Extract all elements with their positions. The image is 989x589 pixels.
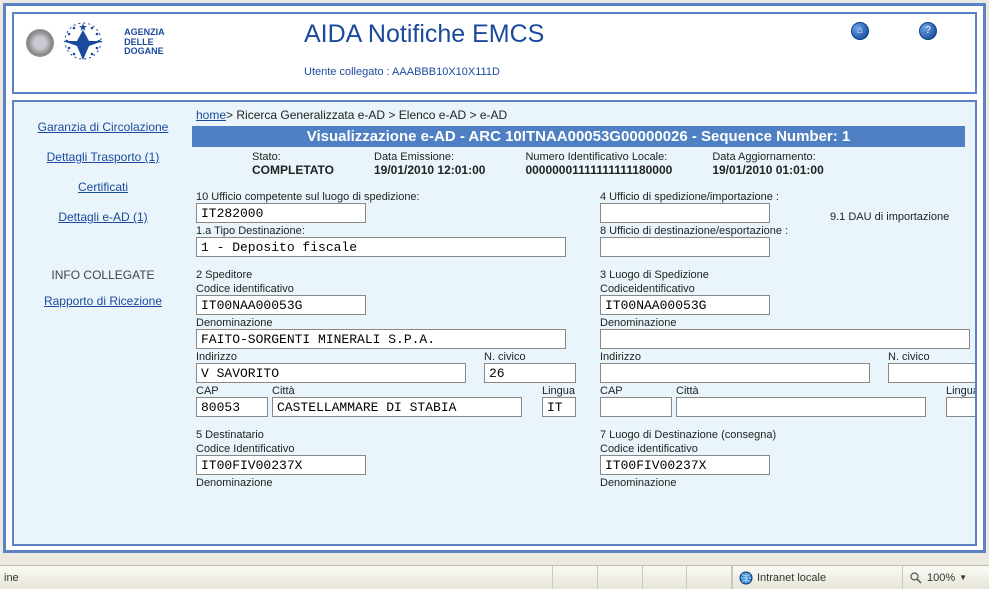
luogo-spedizione-ncivico-field xyxy=(888,363,977,383)
ufficio-spedizione-field: IT282000 xyxy=(196,203,366,223)
status-zone-label: Intranet locale xyxy=(757,572,826,584)
speditore-cap-field: 80053 xyxy=(196,397,268,417)
speditore-citta-label: Città xyxy=(272,385,538,397)
data-emissione-label: Data Emissione: xyxy=(374,151,485,163)
data-aggiornamento-label: Data Aggiornamento: xyxy=(712,151,823,163)
sidebar-rapporto-ricezione-link[interactable]: Rapporto di Ricezione xyxy=(14,294,192,308)
zoom-icon xyxy=(909,571,923,585)
destinatario-denominazione-label: Denominazione xyxy=(196,477,576,489)
luogo-spedizione-codice-label: Codiceidentificativo xyxy=(600,283,977,295)
luogo-spedizione-denominazione-field xyxy=(600,329,970,349)
speditore-lingua-field: IT xyxy=(542,397,576,417)
zoom-value: 100% xyxy=(927,572,955,584)
luogo-spedizione-cap-label: CAP xyxy=(600,385,672,397)
luogo-destinazione-codice-field: IT00FIV00237X xyxy=(600,455,770,475)
luogo-spedizione-codice-field: IT00NAA00053G xyxy=(600,295,770,315)
data-aggiornamento-value: 19/01/2010 01:01:00 xyxy=(712,163,823,177)
speditore-denominazione-field: FAITO-SORGENTI MINERALI S.P.A. xyxy=(196,329,566,349)
luogo-destinazione-denominazione-label: Denominazione xyxy=(600,477,977,489)
sidebar-dettagli-ead-link[interactable]: Dettagli e-AD (1) xyxy=(14,210,192,224)
ufficio-esportazione-label: 8 Ufficio di destinazione/esportazione : xyxy=(600,225,977,237)
luogo-spedizione-lingua-field xyxy=(946,397,977,417)
data-emissione-value: 19/01/2010 12:01:00 xyxy=(374,163,485,177)
ufficio-importazione-label: 4 Ufficio di spedizione/importazione : xyxy=(600,191,826,203)
sidebar-certificati-link[interactable]: Certificati xyxy=(14,180,192,194)
luogo-destinazione-codice-label: Codice identificativo xyxy=(600,443,977,455)
app-title: AIDA Notifiche EMCS xyxy=(304,20,544,49)
stato-label: Stato: xyxy=(252,151,334,163)
dau-importazione-label: 9.1 DAU di importazione xyxy=(830,211,977,223)
right-column: 4 Ufficio di spedizione/importazione : 9… xyxy=(600,189,977,489)
speditore-header: 2 Speditore xyxy=(196,269,576,281)
summary-row: Stato: COMPLETATO Data Emissione: 19/01/… xyxy=(192,147,965,183)
speditore-denominazione-label: Denominazione xyxy=(196,317,576,329)
page-title-bar: Visualizzazione e-AD - ARC 10ITNAA00053G… xyxy=(192,126,965,147)
speditore-codice-field: IT00NAA00053G xyxy=(196,295,366,315)
luogo-spedizione-header: 3 Luogo di Spedizione xyxy=(600,269,977,281)
breadcrumb: home> Ricerca Generalizzata e-AD > Elenc… xyxy=(192,106,965,126)
luogo-spedizione-indirizzo-field xyxy=(600,363,870,383)
speditore-citta-field: CASTELLAMMARE DI STABIA xyxy=(272,397,522,417)
speditore-indirizzo-label: Indirizzo xyxy=(196,351,480,363)
sidebar-dettagli-trasporto-link[interactable]: Dettagli Trasporto (1) xyxy=(14,150,192,164)
luogo-spedizione-ncivico-label: N. civico xyxy=(888,351,977,363)
eu-stars-icon xyxy=(61,20,119,65)
luogo-spedizione-lingua-label: Lingua xyxy=(946,385,977,397)
stato-value: COMPLETATO xyxy=(252,163,334,177)
left-column: 10 Ufficio competente sul luogo di spedi… xyxy=(196,189,576,489)
speditore-ncivico-field: 26 xyxy=(484,363,576,383)
numero-id-locale-value: 00000001111111111180000 xyxy=(525,163,672,177)
speditore-ncivico-label: N. civico xyxy=(484,351,576,363)
speditore-cap-label: CAP xyxy=(196,385,268,397)
breadcrumb-home-link[interactable]: home xyxy=(196,108,226,122)
numero-id-locale-label: Numero Identificativo Locale: xyxy=(525,151,672,163)
help-icon: ? xyxy=(925,26,931,36)
home-button[interactable]: ⌂ xyxy=(851,22,869,40)
sidebar: Garanzia di Circolazione Dettagli Traspo… xyxy=(14,102,192,544)
help-button[interactable]: ? xyxy=(919,22,937,40)
state-emblem-icon xyxy=(26,29,54,57)
luogo-spedizione-citta-label: Città xyxy=(676,385,942,397)
luogo-destinazione-header: 7 Luogo di Destinazione (consegna) xyxy=(600,429,977,441)
speditore-indirizzo-field: V SAVORITO xyxy=(196,363,466,383)
luogo-spedizione-denominazione-label: Denominazione xyxy=(600,317,977,329)
app-header: AGENZIA DELLE DOGANE AIDA Notifiche EMCS… xyxy=(12,12,977,94)
speditore-codice-label: Codice identificativo xyxy=(196,283,576,295)
home-icon: ⌂ xyxy=(857,26,863,36)
luogo-spedizione-cap-field xyxy=(600,397,672,417)
destinatario-header: 5 Destinatario xyxy=(196,429,576,441)
luogo-spedizione-indirizzo-label: Indirizzo xyxy=(600,351,884,363)
destinatario-codice-label: Codice Identificativo xyxy=(196,443,576,455)
zoom-dropdown-icon: ▼ xyxy=(959,573,967,582)
agency-name: AGENZIA DELLE DOGANE xyxy=(124,28,165,58)
main-content: home> Ricerca Generalizzata e-AD > Elenc… xyxy=(192,102,975,544)
sidebar-section-title: INFO COLLEGATE xyxy=(14,268,192,282)
connected-user-label: Utente collegato : AAABBB10X10X111D xyxy=(304,66,500,78)
ufficio-spedizione-label: 10 Ufficio competente sul luogo di spedi… xyxy=(196,191,576,203)
sidebar-garanzia-link[interactable]: Garanzia di Circolazione xyxy=(14,120,192,134)
status-bar: ine Intranet locale 100% ▼ xyxy=(0,565,989,589)
ufficio-esportazione-field xyxy=(600,237,770,257)
ufficio-importazione-field xyxy=(600,203,770,223)
tipo-destinazione-field: 1 - Deposito fiscale xyxy=(196,237,566,257)
luogo-spedizione-citta-field xyxy=(676,397,926,417)
intranet-icon xyxy=(739,571,753,585)
tipo-destinazione-label: 1.a Tipo Destinazione: xyxy=(196,225,576,237)
destinatario-codice-field: IT00FIV00237X xyxy=(196,455,366,475)
speditore-lingua-label: Lingua xyxy=(542,385,576,397)
